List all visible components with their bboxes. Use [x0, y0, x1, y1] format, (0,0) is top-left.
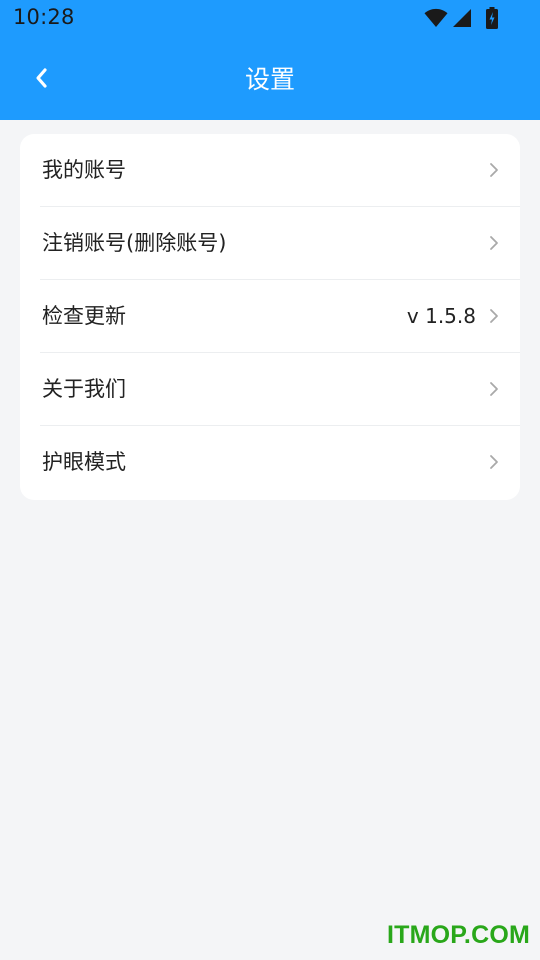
wifi-icon: [424, 8, 448, 28]
settings-item-label: 注销账号(删除账号): [42, 231, 227, 255]
settings-item-eye-care-mode[interactable]: 护眼模式: [20, 426, 520, 499]
chevron-right-icon: [490, 382, 498, 396]
app-bar: 设置: [0, 42, 540, 116]
settings-card: 我的账号 注销账号(删除账号) 检查更新 v 1.5.8 关于我们 护眼模式: [20, 134, 520, 500]
settings-item-delete-account[interactable]: 注销账号(删除账号): [20, 207, 520, 280]
watermark: ITMOP.COM: [386, 921, 530, 949]
version-value: v 1.5.8: [406, 304, 476, 328]
chevron-right-icon: [490, 309, 498, 323]
chevron-right-icon: [490, 236, 498, 250]
settings-item-label: 我的账号: [42, 158, 126, 182]
chevron-right-icon: [490, 455, 498, 469]
settings-item-check-update[interactable]: 检查更新 v 1.5.8: [20, 280, 520, 353]
status-time: 10:28: [13, 5, 75, 29]
settings-item-about-us[interactable]: 关于我们: [20, 353, 520, 426]
settings-item-my-account[interactable]: 我的账号: [20, 134, 520, 207]
signal-icon: [452, 8, 472, 28]
page-title: 设置: [244, 65, 295, 94]
app-header: 10:28 设置: [0, 0, 540, 120]
settings-item-label: 护眼模式: [42, 450, 126, 474]
status-icons: [424, 7, 498, 29]
settings-item-label: 检查更新: [42, 304, 126, 328]
battery-charging-icon: [486, 7, 498, 29]
chevron-right-icon: [490, 163, 498, 177]
settings-item-label: 关于我们: [42, 377, 126, 401]
status-bar: 10:28: [0, 0, 540, 36]
